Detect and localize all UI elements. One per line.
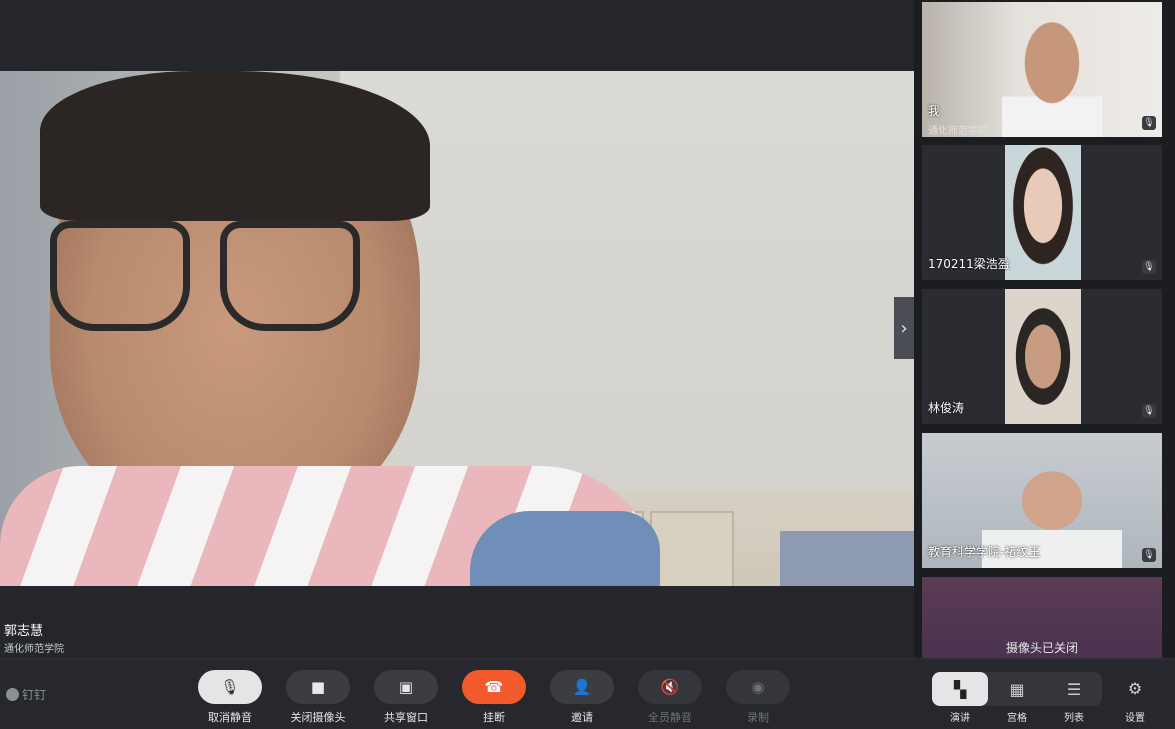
camera-off-text: 摄像头已关闭: [1005, 641, 1078, 655]
video-shelf: [780, 531, 914, 586]
layout-grid-label: 宫格: [1007, 713, 1027, 724]
list-layout-icon: ☰: [1066, 679, 1082, 699]
participant-panel: 我 通化师范学院 🎙 170211梁浩盈 🎙 林俊涛 🎙 教育科学学院-褚纹玉 …: [914, 0, 1175, 658]
participant-name: 我: [928, 104, 941, 118]
meeting-toolbar: 钉钉 🎙 取消静音 ■ 关闭摄像头 ▣ 共享窗口 ☎ 挂断 👤 邀请 🔇 全员静…: [0, 658, 1175, 729]
add-user-icon: 👤: [572, 678, 592, 696]
mic-icon: 🎙: [1142, 404, 1156, 418]
speaker-glasses: [40, 221, 370, 341]
dingtalk-logo-icon: [6, 688, 19, 701]
share-window-label: 共享窗口: [384, 711, 428, 724]
camera-icon: ■: [310, 678, 326, 696]
participant-name: 170211梁浩盈: [928, 257, 1010, 271]
participant-tile[interactable]: 林俊涛 🎙: [922, 289, 1162, 424]
mic-icon: 🎙: [1142, 260, 1156, 274]
mute-all-icon: 🔇: [660, 678, 680, 696]
share-window-button[interactable]: ▣: [374, 670, 438, 704]
invite-label: 邀请: [571, 711, 593, 724]
layout-switcher: ▚ ▦ ☰: [932, 672, 1102, 706]
gear-icon: ⚙: [1127, 679, 1143, 698]
layout-list-button[interactable]: ☰: [1046, 672, 1102, 706]
record-label: 录制: [747, 711, 769, 724]
speaker-name: 郭志慧: [4, 624, 44, 639]
participant-org: 通化师范学院: [928, 126, 988, 137]
participant-name: 林俊涛: [928, 401, 965, 415]
grid-layout-icon: ▦: [1009, 679, 1025, 699]
participant-video: [1005, 289, 1081, 424]
participant-name: 教育科学学院-褚纹玉: [928, 545, 1041, 559]
hang-up-button[interactable]: ☎: [462, 670, 526, 704]
phone-hangup-icon: ☎: [484, 678, 504, 696]
record-icon: ◉: [751, 678, 765, 696]
participant-tile-camera-off[interactable]: 摄像头已关闭: [922, 577, 1162, 658]
mic-icon: 🎙: [1142, 116, 1156, 130]
mute-all-button[interactable]: 🔇: [638, 670, 702, 704]
unmute-button[interactable]: 🎙: [198, 670, 262, 704]
layout-list-label: 列表: [1064, 713, 1084, 724]
participant-tile[interactable]: 170211梁浩盈 🎙: [922, 145, 1162, 280]
speaker-sleeve: [470, 511, 660, 586]
layout-grid-button[interactable]: ▦: [989, 672, 1045, 706]
speaker-hair: [40, 71, 430, 221]
main-speaker-video: [0, 71, 914, 586]
layout-speaker-label: 演讲: [950, 713, 970, 724]
app-brand: 钉钉: [6, 686, 46, 703]
speaker-layout-icon: ▚: [953, 679, 967, 699]
layout-speaker-button[interactable]: ▚: [932, 672, 988, 706]
participant-video: [1002, 2, 1102, 137]
stop-camera-button[interactable]: ■: [286, 670, 350, 704]
invite-button[interactable]: 👤: [550, 670, 614, 704]
mute-all-label: 全员静音: [648, 711, 692, 724]
speaker-org: 通化师范学院: [4, 644, 64, 655]
stop-camera-label: 关闭摄像头: [290, 711, 346, 724]
record-button[interactable]: ◉: [726, 670, 790, 704]
mic-icon: 🎙: [1142, 548, 1156, 562]
share-screen-icon: ▣: [398, 678, 414, 696]
main-video-stage: 郭志慧 通化师范学院 ›: [0, 0, 914, 658]
next-page-arrow-icon[interactable]: ›: [894, 297, 914, 359]
participant-video: [1005, 145, 1081, 280]
brand-name: 钉钉: [22, 688, 47, 702]
microphone-icon: 🎙: [220, 678, 240, 696]
hang-up-label: 挂断: [483, 711, 505, 724]
settings-button[interactable]: ⚙: [1122, 679, 1148, 701]
unmute-label: 取消静音: [208, 711, 252, 724]
participant-tile[interactable]: 教育科学学院-褚纹玉 🎙: [922, 433, 1162, 568]
settings-label: 设置: [1125, 713, 1145, 724]
participant-tile-self[interactable]: 我 通化师范学院 🎙: [922, 2, 1162, 137]
